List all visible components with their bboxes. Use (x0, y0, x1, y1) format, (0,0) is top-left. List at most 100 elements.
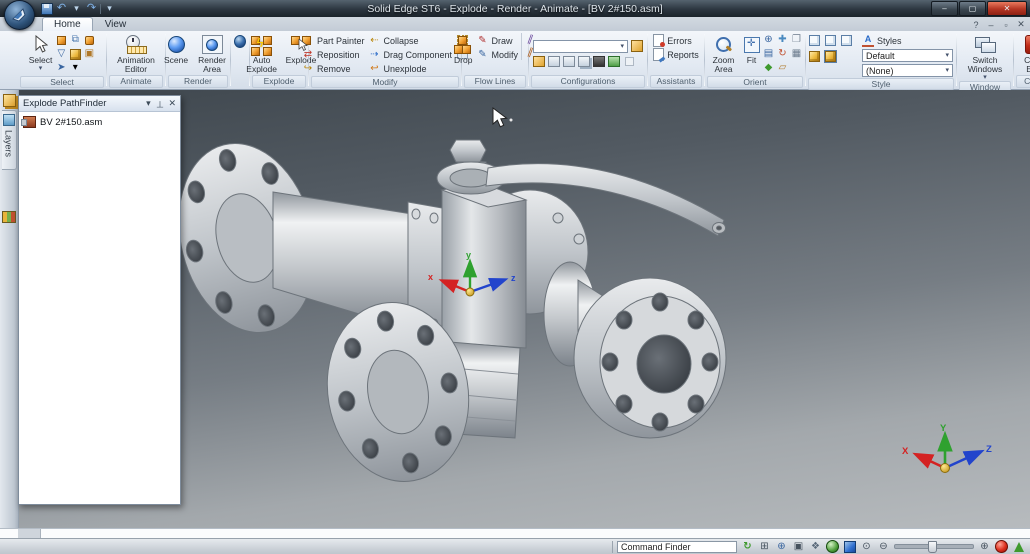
auto-explode-button[interactable]: ϟ Auto Explode (240, 33, 284, 74)
configurations-icon-4[interactable] (578, 56, 590, 68)
command-finder-go-icon[interactable]: ↻ (741, 540, 754, 553)
statusbar-zoom-area-icon[interactable]: ⊞ (758, 540, 771, 553)
previous-view-icon[interactable]: ❐ (791, 34, 803, 46)
view-overrides-icon[interactable]: ▱ (777, 62, 789, 74)
statusbar-view-styles-icon[interactable] (826, 540, 839, 553)
ribbon-group-configurations: ▾ Configurations (529, 32, 647, 88)
remove-button[interactable]: ↪ Remove (302, 62, 365, 75)
undo-button[interactable]: ↶ (55, 3, 68, 15)
document-window-controls: ? – ▫ ✕ (971, 19, 1026, 30)
styles-button[interactable]: A Styles (862, 34, 953, 47)
pathfinder-close-icon[interactable]: ✕ (168, 98, 176, 109)
scene-button[interactable]: Scene (162, 33, 190, 65)
drop-button[interactable]: Drop (452, 33, 474, 65)
ribbon-group-assistants: Errors Reports Assistants (648, 32, 704, 88)
wireframe-style-icon[interactable] (808, 34, 820, 46)
maximize-button[interactable]: ▢ (959, 1, 986, 16)
ribbon-group-modify: ✎ Part Painter ⇄ Reposition ↪ Remove ⇠ (304, 32, 468, 88)
configuration-combo[interactable]: ▾ (533, 39, 628, 53)
redo-button[interactable]: ↷ (85, 3, 98, 15)
drag-component-button[interactable]: ⇢ Drag Component (369, 48, 452, 61)
render-area-button[interactable]: Render Area (190, 33, 234, 74)
zoom-in-icon[interactable]: ⊕ (978, 540, 991, 553)
pathfinder-pin-icon[interactable]: ⊤ (156, 98, 164, 109)
undo-dropdown[interactable]: ▾ (70, 3, 83, 15)
sensors-tab-icon[interactable] (2, 210, 16, 224)
tab-view[interactable]: View (93, 17, 139, 31)
tab-home[interactable]: Home (42, 17, 93, 31)
shaded-edges-style-icon[interactable] (824, 50, 836, 62)
close-button[interactable]: ✕ (987, 1, 1027, 16)
zoom-slider-thumb[interactable] (928, 541, 937, 553)
unexplode-button[interactable]: ↩ Unexplode (369, 62, 453, 75)
graphics-performance-icon[interactable] (1012, 540, 1025, 553)
select-filter-icon[interactable]: ▽ (55, 48, 67, 60)
document-close-icon[interactable]: ✕ (1016, 19, 1026, 30)
document-restore-icon[interactable]: ▫ (1001, 20, 1011, 30)
configurations-checkbox[interactable] (623, 56, 635, 68)
select-tool-icon-5[interactable] (69, 48, 81, 60)
statusbar-pan-icon[interactable]: ❖ (809, 540, 822, 553)
customize-qat-dropdown[interactable]: ▾ (103, 3, 116, 15)
select-button[interactable]: Select ▾ (27, 33, 55, 72)
application-button[interactable] (4, 0, 35, 30)
save-button[interactable] (40, 2, 53, 15)
collapse-button[interactable]: ⇠ Collapse (369, 34, 453, 47)
close-era-button[interactable]: ✕ Close ERA (1016, 33, 1030, 74)
record-status-icon[interactable] (995, 540, 1008, 553)
fit-button[interactable]: Fit (742, 33, 762, 65)
pathfinder-display-options-icon[interactable]: ▾ (146, 98, 151, 109)
layers-tab[interactable]: Layers (1, 110, 17, 170)
zoom-area-button[interactable]: Zoom Area (706, 33, 742, 74)
command-finder-input[interactable] (617, 540, 737, 553)
document-minimize-icon[interactable]: – (986, 20, 996, 30)
minimize-button[interactable]: – (931, 1, 958, 16)
unexplode-icon: ↩ (370, 62, 379, 74)
zoom-icon[interactable]: ⊕ (763, 34, 775, 46)
statusbar-view-orientation-icon[interactable] (843, 540, 856, 553)
zoom-out-icon[interactable]: ⊖ (877, 540, 890, 553)
face-override-combo[interactable]: (None) ▾ (862, 64, 953, 77)
select-tool-icon-2[interactable]: ⧉ (69, 34, 81, 46)
statusbar-zoom-icon[interactable]: ⊕ (775, 540, 788, 553)
draw-flow-line-button[interactable]: ✎ Draw (476, 34, 518, 47)
scene-icon (167, 33, 185, 56)
configurations-icon-1[interactable] (533, 56, 545, 68)
configurations-icon-6[interactable] (608, 56, 620, 68)
statusbar-fit-icon[interactable]: ▣ (792, 540, 805, 553)
reports-button[interactable]: Reports (653, 48, 699, 61)
pathfinder-header[interactable]: Explode PathFinder ▾ ⊤ ✕ (19, 96, 180, 112)
ribbon-group-select: Select ▾ ⧉ ▽ ▣ ➤ ▾ Select (18, 32, 106, 88)
ribbon-group-style: A Styles Default ▾ (None) ▾ Style (806, 32, 956, 90)
statusbar-perspective-icon[interactable]: ⊙ (860, 540, 873, 553)
modify-flow-line-button[interactable]: ✎ Modify (476, 48, 518, 61)
configurations-icon-2[interactable] (548, 56, 560, 68)
select-tool-icon-6[interactable]: ▣ (83, 48, 95, 60)
errors-button[interactable]: Errors (653, 34, 699, 47)
shaded-style-icon[interactable] (808, 50, 820, 62)
configurations-icon-3[interactable] (563, 56, 575, 68)
switch-windows-icon (975, 33, 996, 56)
select-tool-icon-7[interactable]: ➤ (55, 62, 67, 74)
select-tool-icon-1[interactable] (55, 34, 67, 46)
rotate-icon[interactable]: ↻ (777, 48, 789, 60)
left-tool-strip: Layers (0, 90, 19, 528)
select-tool-icon-3[interactable] (83, 34, 95, 46)
zoom-slider[interactable] (894, 541, 974, 553)
select-tools-dropdown-icon[interactable]: ▾ (69, 62, 81, 74)
visible-edges-style-icon[interactable] (824, 34, 836, 46)
apply-configuration-icon[interactable] (631, 40, 643, 52)
animation-editor-button[interactable]: Animation Editor (108, 33, 164, 74)
tree-item-assembly[interactable]: BV 2#150.asm (21, 115, 178, 129)
face-style-combo[interactable]: Default ▾ (862, 49, 953, 62)
help-icon[interactable]: ? (971, 20, 981, 30)
view-orientation-triad: X Y Z (902, 423, 992, 473)
shaded-view-icon[interactable]: ◆ (763, 62, 775, 74)
pan-icon[interactable]: ✚ (777, 34, 789, 46)
common-views-icon[interactable]: ▦ (791, 48, 803, 60)
hidden-edges-style-icon[interactable] (840, 34, 852, 46)
switch-windows-button[interactable]: Switch Windows ▾ (959, 33, 1011, 81)
named-views-icon[interactable]: ▤ (763, 48, 775, 60)
camera-configuration-icon[interactable] (593, 56, 605, 68)
pathfinder-tab-icon[interactable] (2, 93, 16, 107)
